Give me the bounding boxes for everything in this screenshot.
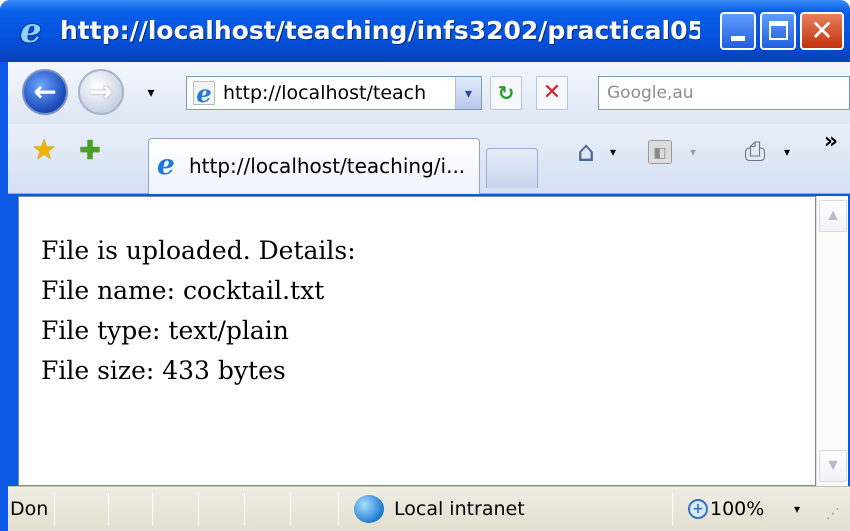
status-bar: Don Local intranet + 100% ▾ ⋰	[8, 486, 850, 531]
close-button[interactable]: ✕	[800, 12, 844, 50]
window-title: http://localhost/teaching/infs3202/pract…	[60, 16, 700, 45]
tab-current[interactable]: e http://localhost/teaching/i...	[148, 138, 480, 194]
status-separator	[672, 493, 673, 525]
ie-logo-icon: e	[20, 11, 42, 51]
search-field[interactable]: Google,au	[598, 76, 850, 110]
title-bar[interactable]: e http://localhost/teaching/infs3202/pra…	[0, 0, 850, 62]
browser-window: e http://localhost/teaching/infs3202/pra…	[0, 0, 850, 531]
minimize-button[interactable]	[720, 12, 756, 50]
status-separator	[54, 493, 55, 525]
refresh-icon: ↻	[497, 81, 515, 105]
file-type-line: File type: text/plain	[41, 316, 289, 345]
feeds-dropdown-icon[interactable]: ▾	[686, 134, 700, 170]
status-separator	[108, 493, 109, 525]
print-dropdown-icon[interactable]: ▾	[780, 134, 794, 170]
stop-button[interactable]: ✕	[536, 76, 568, 110]
address-text[interactable]: http://localhost/teach	[223, 77, 443, 109]
feeds-icon[interactable]: ◧	[648, 140, 672, 164]
resize-grip-icon[interactable]: ⋰	[826, 505, 844, 523]
search-placeholder: Google,au	[607, 83, 694, 103]
security-zone-label[interactable]: Local intranet	[394, 487, 525, 531]
forward-arrow-icon: →	[89, 75, 113, 108]
back-button[interactable]: ←	[22, 69, 68, 115]
tab-label: http://localhost/teaching/i...	[189, 154, 466, 178]
add-favorite-icon[interactable]: ✚	[74, 134, 106, 166]
upload-details: File is uploaded. Details: File name: co…	[41, 231, 356, 391]
zoom-level[interactable]: 100%	[710, 487, 764, 531]
status-separator	[338, 493, 339, 525]
forward-button[interactable]: →	[78, 69, 124, 115]
status-separator	[152, 493, 153, 525]
close-icon: ✕	[810, 14, 834, 47]
intranet-globe-icon	[354, 495, 384, 523]
print-icon[interactable]: ⎙	[738, 134, 772, 170]
address-toolbar: ← → ▾ e http://localhost/teach ▾ ↻ ✕ Goo…	[8, 62, 850, 124]
maximize-button[interactable]	[760, 12, 796, 50]
history-dropdown-icon[interactable]: ▾	[144, 82, 158, 102]
home-icon[interactable]: ⌂	[570, 134, 602, 170]
file-name-line: File name: cocktail.txt	[41, 276, 325, 305]
tab-toolbar: ★ ✚ e http://localhost/teaching/i... ⌂ ▾…	[8, 124, 850, 194]
status-separator	[290, 493, 291, 525]
more-tools-chevron-icon[interactable]: »	[820, 124, 842, 160]
home-dropdown-icon[interactable]: ▾	[606, 134, 620, 170]
back-arrow-icon: ←	[33, 75, 57, 108]
refresh-button[interactable]: ↻	[490, 76, 522, 110]
stop-icon: ✕	[542, 80, 562, 105]
zoom-icon[interactable]: +	[688, 499, 708, 519]
favorites-star-icon[interactable]: ★	[28, 134, 60, 166]
tab-ie-icon: e	[157, 148, 175, 181]
upload-status-line: File is uploaded. Details:	[41, 236, 356, 265]
scroll-up-icon[interactable]: ▲	[819, 200, 847, 232]
new-tab-button[interactable]	[486, 148, 538, 188]
address-dropdown-icon[interactable]: ▾	[455, 77, 481, 109]
address-field[interactable]: e http://localhost/teach ▾	[186, 76, 482, 110]
file-size-line: File size: 433 bytes	[41, 356, 286, 385]
page-ie-icon: e	[193, 81, 215, 106]
status-text: Don	[10, 498, 49, 520]
status-separator	[198, 493, 199, 525]
page-content: File is uploaded. Details: File name: co…	[18, 196, 816, 486]
scroll-down-icon[interactable]: ▼	[819, 450, 847, 482]
vertical-scrollbar[interactable]: ▲ ▼	[816, 196, 848, 486]
maximize-icon	[769, 21, 788, 40]
zoom-dropdown-icon[interactable]: ▾	[794, 487, 800, 531]
minimize-icon	[731, 36, 745, 41]
status-separator	[244, 493, 245, 525]
